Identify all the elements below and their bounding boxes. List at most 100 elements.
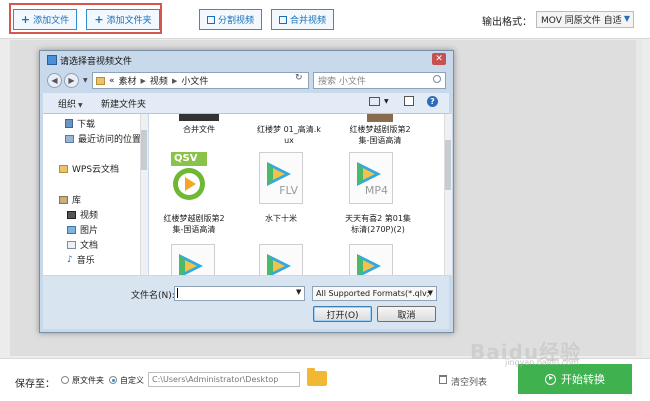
trash-icon[interactable] [439,375,447,384]
preview-pane-icon[interactable] [404,96,414,106]
start-convert-button[interactable]: 开始转换 [518,364,632,394]
app-icon [47,55,57,65]
nav-item-wps-cloud[interactable]: WPS云文档 [59,162,119,175]
chevron-down-icon: ▼ [427,289,433,297]
new-folder-label: 新建文件夹 [101,100,147,110]
file-item[interactable] [349,244,393,275]
file-extension: FLV [279,184,298,197]
file-name[interactable]: 水下十米 [249,213,313,224]
add-file-button[interactable]: + 添加文件 [13,9,77,30]
folder-icon[interactable] [307,368,327,386]
chevron-down-icon[interactable]: ▼ [384,98,389,105]
tencent-video-icon [267,254,291,275]
video-library-icon [67,210,76,219]
video-thumbnail [179,114,219,121]
forward-button[interactable]: ▶ [64,73,79,88]
nav-item-documents[interactable]: 文档 [67,238,98,251]
file-extension: MP4 [364,184,388,197]
add-folder-label: 添加文件夹 [106,16,152,26]
video-thumbnail [367,114,393,122]
back-arrow-icon: ◀ [51,76,58,85]
add-folder-button[interactable]: + 添加文件夹 [86,9,160,30]
breadcrumb-separator-icon: ▶ [171,76,178,85]
nav-item-downloads[interactable]: 下载 [65,117,95,130]
recent-places-icon [65,134,74,143]
nav-label: 库 [72,196,82,206]
search-placeholder: 搜索 小文件 [318,77,366,87]
file-item[interactable] [171,244,215,275]
radio-label: 原文件夹 [72,376,104,385]
radio-source-folder[interactable] [61,376,69,384]
file-name[interactable]: 红楼梦 01_高清.kux [257,124,321,146]
file-type-value: All Supported Formats(*.qlv; [316,289,430,298]
output-format-select[interactable]: MOV 同原文件 自适 ▼ [536,11,634,28]
file-name[interactable]: 红楼梦越剧版第2集-国语高清 [345,124,415,146]
file-pane-scrollbar[interactable] [444,114,452,275]
split-icon [206,15,215,24]
cancel-button[interactable]: 取消 [377,306,436,322]
organize-label: 组织 [58,100,77,110]
help-icon[interactable]: ? [427,96,438,107]
open-button-label: 打开(O) [326,310,359,321]
nav-item-music[interactable]: ♪ 音乐 [67,253,95,267]
watermark-url: jingyan.baidu.com [505,358,579,367]
breadcrumb-item[interactable]: 小文件 [181,74,208,87]
new-folder-button[interactable]: 新建文件夹 [101,97,146,110]
open-button[interactable]: 打开(O) [313,306,372,322]
text-caret [177,288,178,298]
chevron-down-icon[interactable]: ▼ [296,288,301,296]
radio-custom[interactable] [109,376,117,384]
plus-icon: + [20,13,31,26]
file-pane: 合并文件 红楼梦 01_高清.kux 红楼梦越剧版第2集-国语高清 QSV 红楼… [149,114,444,275]
filename-label: 文件名(N): [131,291,175,301]
nav-item-library[interactable]: 库 [59,193,81,206]
file-item[interactable]: QSV [171,152,207,202]
workspace-scrollbar[interactable] [636,40,642,356]
file-type-select[interactable]: All Supported Formats(*.qlv; ▼ [312,286,437,301]
add-file-label: 添加文件 [33,16,70,26]
download-folder-icon [65,119,73,128]
chevron-down-icon: ▼ [78,102,83,109]
tencent-video-icon [179,254,203,275]
nav-label: 音乐 [76,256,95,266]
file-name[interactable]: 红楼梦越剧版第2集-国语高清 [161,213,227,235]
folder-icon [59,164,68,173]
nav-label: 视频 [80,211,99,221]
folder-icon [96,76,105,85]
organize-menu[interactable]: 组织 ▼ [58,97,83,110]
file-item[interactable]: MP4 [349,152,393,204]
merge-video-button[interactable]: 合并视频 [271,9,334,30]
scrollbar-thumb[interactable] [445,140,451,190]
nav-label: WPS云文档 [72,165,120,175]
file-name[interactable]: 合并文件 [167,124,231,135]
file-item[interactable]: FLV [259,152,303,204]
forward-arrow-icon: ▶ [68,76,75,85]
recent-locations-dropdown[interactable]: ▼ [83,77,88,84]
file-item[interactable] [259,244,303,275]
play-circle-icon [545,373,556,385]
nav-item-videos[interactable]: 视频 [67,208,98,221]
output-format-value: MOV 同原文件 自适 [541,16,622,26]
scrollbar-thumb[interactable] [141,130,147,170]
clear-list-button[interactable]: 清空列表 [451,375,487,388]
address-chevrons: « [109,75,115,86]
close-button[interactable]: ✕ [432,53,446,65]
output-path-input[interactable]: C:\Users\Administrator\Desktop [148,372,300,387]
nav-label: 下载 [77,120,96,130]
help-label: ? [430,97,435,106]
refresh-icon[interactable]: ↻ [295,73,303,83]
nav-item-pictures[interactable]: 图片 [67,223,98,236]
search-input[interactable]: 搜索 小文件 [313,72,446,89]
file-name[interactable]: 天天有喜2 第01集 标清(270P)(2) [343,213,413,235]
breadcrumb-item[interactable]: 素材 [119,74,137,87]
nav-label: 图片 [80,226,99,236]
address-bar[interactable]: « 素材 ▶ 视频 ▶ 小文件 [92,72,309,89]
view-options-icon[interactable] [369,97,380,106]
split-video-button[interactable]: 分割视频 [199,9,262,30]
merge-icon [278,15,287,24]
start-convert-label: 开始转换 [561,373,605,386]
nav-item-recent[interactable]: 最近访问的位置 [65,132,141,145]
back-button[interactable]: ◀ [47,73,62,88]
filename-input[interactable] [174,286,305,301]
breadcrumb-item[interactable]: 视频 [150,74,168,87]
